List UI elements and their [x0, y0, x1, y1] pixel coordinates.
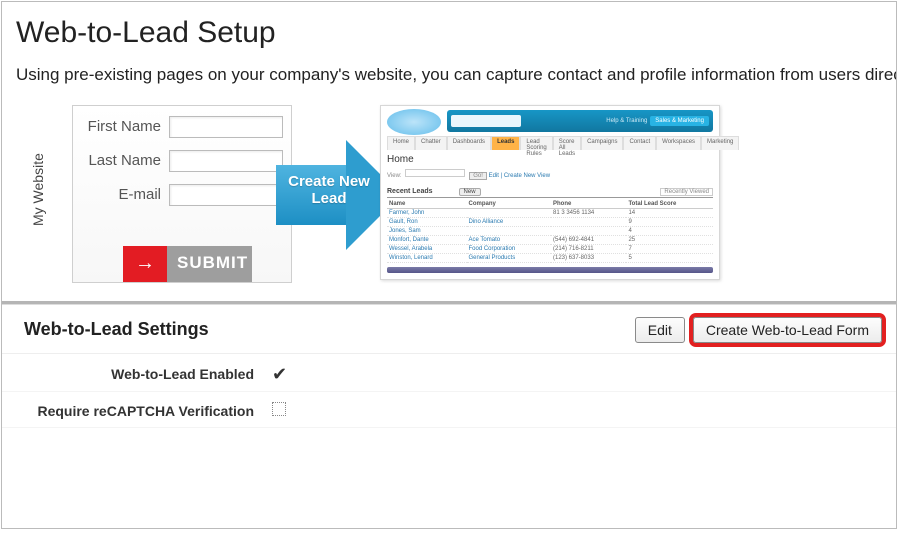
arrow-right-icon: →: [123, 246, 167, 282]
sf-top-links: Help & Training: [606, 118, 647, 124]
sf-recently-viewed: Recently Viewed: [660, 188, 713, 196]
web-to-lead-settings: Web-to-Lead Settings Edit Create Web-to-…: [2, 304, 896, 428]
sample-web-form: First Name Last Name E-mail → SUBMIT: [72, 105, 292, 283]
sf-new-button: New: [459, 188, 481, 196]
sf-tab: Marketing: [701, 136, 739, 150]
settings-title: Web-to-Lead Settings: [24, 319, 627, 340]
sf-tab: Home: [387, 136, 415, 150]
label-require-recaptcha: Require reCAPTCHA Verification: [2, 403, 272, 420]
sf-recent-title: Recent Leads: [387, 188, 433, 196]
unchecked-box-icon: [272, 402, 286, 416]
arrow-caption: Create New Lead: [284, 173, 374, 208]
salesforce-logo-icon: [387, 109, 441, 135]
sf-col-header: Total Lead Score: [626, 200, 713, 209]
input-first-name: [169, 116, 283, 138]
page-title: Web-to-Lead Setup: [16, 16, 896, 50]
sf-tab: Chatter: [415, 136, 447, 150]
sf-go-button: Go!: [469, 172, 487, 180]
sf-col-header: Name: [387, 200, 467, 209]
table-row: Jones, Sam4: [387, 226, 713, 235]
label-email: E-mail: [81, 186, 169, 203]
sf-tab: Campaigns: [581, 136, 623, 150]
table-row: Winston, LenardGeneral Products(123) 637…: [387, 253, 713, 262]
sf-tab: Leads: [491, 136, 520, 150]
sf-tab: Dashboards: [447, 136, 491, 150]
sf-tab: Contact: [623, 136, 656, 150]
create-web-to-lead-form-button[interactable]: Create Web-to-Lead Form: [693, 317, 882, 343]
sf-view-links: Edit | Create New View: [489, 173, 550, 179]
sf-home-label: Home: [387, 154, 713, 165]
sf-search-box: [451, 115, 521, 127]
sf-col-header: Company: [467, 200, 552, 209]
table-row: Gault, RonDino Alliance9: [387, 217, 713, 226]
salesforce-preview: Help & Training Sales & Marketing HomeCh…: [380, 105, 720, 280]
diagram-side-label: My Website: [30, 105, 52, 275]
input-last-name: [169, 150, 283, 172]
edit-button[interactable]: Edit: [635, 317, 685, 343]
sf-tab: Lead Scoring Rules: [520, 136, 552, 150]
sf-tab: Workspaces: [656, 136, 701, 150]
table-row: Monfort, DanteAce Tomato(544) 692-484125: [387, 235, 713, 244]
sf-tab: Score All Leads: [553, 136, 581, 150]
table-row: Farmer, John81 3 3456 113414: [387, 208, 713, 217]
sf-app-chip: Sales & Marketing: [650, 116, 709, 126]
diagram: My Website First Name Last Name E-mail →…: [30, 105, 896, 287]
check-icon: ✔: [272, 364, 287, 384]
label-last-name: Last Name: [81, 152, 169, 169]
label-first-name: First Name: [81, 118, 169, 135]
label-web-to-lead-enabled: Web-to-Lead Enabled: [2, 366, 272, 383]
sample-submit-button: SUBMIT: [167, 246, 252, 282]
sf-col-header: Phone: [551, 200, 626, 209]
table-row: Wessel, ArabelaFood Corporation(214) 716…: [387, 244, 713, 253]
input-email: [169, 184, 283, 206]
page-intro: Using pre-existing pages on your company…: [16, 64, 896, 87]
